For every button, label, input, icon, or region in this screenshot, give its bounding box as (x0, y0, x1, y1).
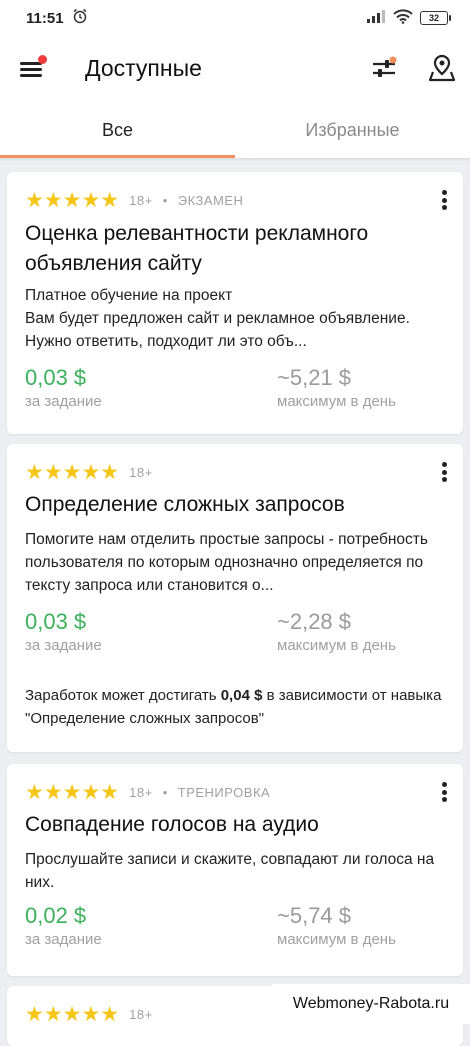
card-meta: ★★★★★ 18+ • ЭКЗАМЕН (25, 190, 243, 211)
tab-all[interactable]: Все (0, 102, 235, 158)
task-tag: ЭКЗАМЕН (178, 193, 244, 208)
task-title: Определение сложных запросов (25, 490, 445, 520)
rating-stars-icon: ★★★★★ (25, 782, 119, 803)
task-description: Вам будет предложен сайт и рекламное объ… (25, 307, 450, 353)
task-card[interactable]: ★★★★★ 18+ • ЭКЗАМЕН Оценка релевантности… (7, 172, 463, 434)
age-rating: 18+ (129, 193, 153, 208)
filter-button[interactable] (370, 56, 398, 82)
card-meta: ★★★★★ 18+ (25, 1004, 153, 1025)
notification-dot (38, 55, 47, 64)
earnings-note: Заработок может достигать 0,04 $ в завис… (25, 684, 455, 730)
max-earnings: ~2,28 $ (277, 608, 396, 636)
signal-icon (366, 9, 386, 27)
tab-favorites[interactable]: Избранные (235, 102, 470, 158)
watermark: Webmoney-Rabota.ru (272, 984, 470, 1024)
tabs-shadow (0, 158, 470, 162)
task-price-label: за задание (25, 930, 102, 950)
status-time: 11:51 (26, 10, 64, 27)
task-description: Прослушайте записи и скажите, совпадают … (25, 848, 450, 894)
tab-bar: Все Избранные (0, 102, 470, 158)
task-card[interactable]: ★★★★★ 18+ • ТРЕНИРОВКА Совпадение голосо… (7, 764, 463, 976)
age-rating: 18+ (129, 465, 153, 480)
age-rating: 18+ (129, 785, 153, 800)
filter-icon (370, 56, 398, 82)
rating-stars-icon: ★★★★★ (25, 1004, 119, 1025)
price-block: 0,03 $ за задание (25, 364, 102, 412)
max-earnings: ~5,74 $ (277, 902, 396, 930)
battery-icon: 32 (420, 11, 448, 25)
task-price: 0,03 $ (25, 608, 102, 636)
page-title: Доступные (85, 55, 202, 82)
battery-level: 32 (429, 13, 439, 23)
age-rating: 18+ (129, 1007, 153, 1022)
task-tag: ТРЕНИРОВКА (178, 785, 270, 800)
price-block: 0,03 $ за задание (25, 608, 102, 656)
status-bar: 11:51 32 (0, 0, 470, 36)
more-options-icon[interactable] (437, 460, 451, 484)
menu-button[interactable] (18, 55, 48, 83)
price-block: 0,02 $ за задание (25, 902, 102, 950)
max-earnings-label: максимум в день (277, 392, 396, 412)
task-card[interactable]: ★★★★★ 18+ Определение сложных запросов П… (7, 444, 463, 752)
task-description: Помогите нам отделить простые запросы - … (25, 528, 450, 597)
alarm-icon (72, 8, 88, 28)
max-block: ~5,21 $ максимум в день (277, 364, 396, 412)
meta-separator: • (163, 785, 168, 800)
task-price: 0,02 $ (25, 902, 102, 930)
max-earnings: ~5,21 $ (277, 364, 396, 392)
max-earnings-label: максимум в день (277, 930, 396, 950)
wifi-icon (393, 9, 413, 28)
earnings-note-prefix: Заработок может достигать (25, 687, 221, 704)
map-button[interactable] (427, 53, 457, 83)
rating-stars-icon: ★★★★★ (25, 190, 119, 211)
task-description-line1: Платное обучение на проект (25, 284, 450, 307)
max-earnings-label: максимум в день (277, 636, 396, 656)
task-price-label: за задание (25, 392, 102, 412)
max-block: ~2,28 $ максимум в день (277, 608, 396, 656)
max-block: ~5,74 $ максимум в день (277, 902, 396, 950)
task-price: 0,03 $ (25, 364, 102, 392)
map-pin-icon (427, 53, 457, 83)
task-title: Оценка релевантности рекламного объявлен… (25, 219, 445, 279)
more-options-icon[interactable] (437, 188, 451, 212)
rating-stars-icon: ★★★★★ (25, 462, 119, 483)
task-title: Совпадение голосов на аудио (25, 810, 445, 840)
more-options-icon[interactable] (437, 780, 451, 804)
app-bar: Доступные (0, 36, 470, 102)
meta-separator: • (163, 193, 168, 208)
earnings-note-amount: 0,04 $ (221, 687, 263, 704)
card-meta: ★★★★★ 18+ (25, 462, 153, 483)
task-price-label: за задание (25, 636, 102, 656)
card-meta: ★★★★★ 18+ • ТРЕНИРОВКА (25, 782, 270, 803)
